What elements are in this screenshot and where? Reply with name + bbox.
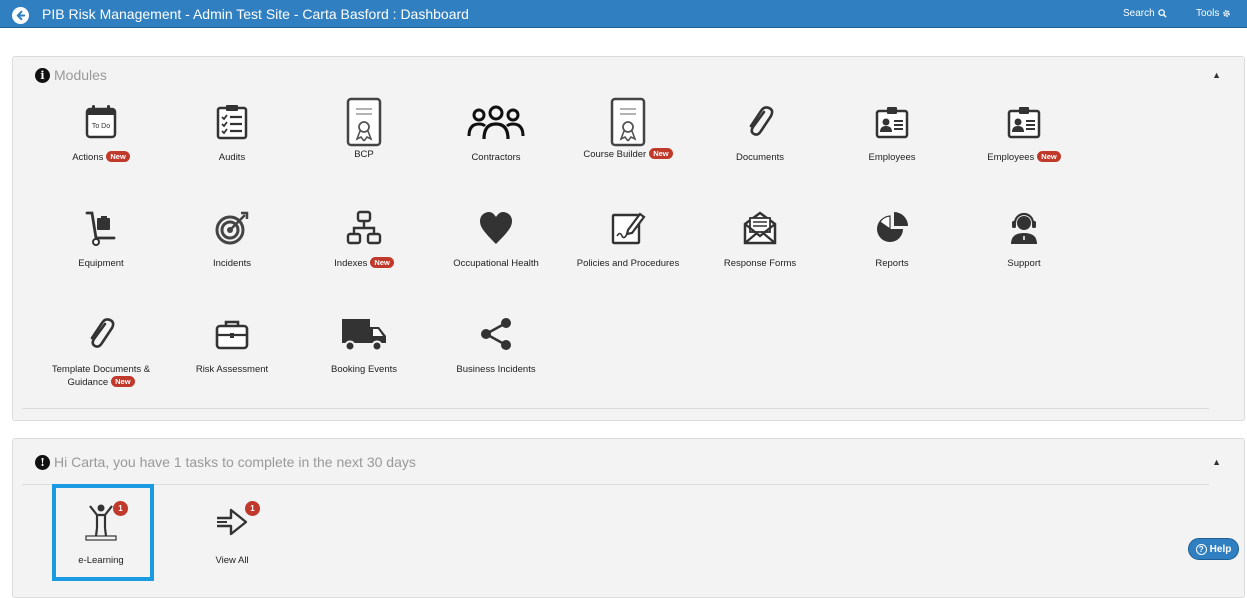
tasks-divider xyxy=(22,484,1209,485)
back-arrow-icon[interactable] xyxy=(12,7,29,24)
svg-text:To Do: To Do xyxy=(92,123,110,130)
module-label: Incidents xyxy=(212,258,252,269)
module-audits[interactable]: Audits xyxy=(167,96,297,164)
module-documents[interactable]: Documents xyxy=(695,96,825,164)
module-template-documents[interactable]: Template Documents & Guidance New xyxy=(36,308,166,389)
people-group-icon xyxy=(467,105,525,140)
module-incidents[interactable]: Incidents xyxy=(167,202,297,270)
new-badge: New xyxy=(370,257,394,268)
module-actions[interactable]: To Do Actions New xyxy=(36,96,166,164)
checklist-icon xyxy=(216,105,248,140)
module-business-incidents[interactable]: Business Incidents xyxy=(431,308,561,376)
chevron-up-icon[interactable]: ▲ xyxy=(1212,457,1221,467)
module-label: Support xyxy=(1007,258,1041,269)
question-icon: ? xyxy=(1195,543,1207,555)
tools-label: Tools xyxy=(1196,8,1220,19)
module-course-builder[interactable]: Course Builder New xyxy=(563,96,693,161)
tools-button[interactable]: Tools xyxy=(1196,8,1231,19)
help-button[interactable]: ? Help xyxy=(1188,538,1239,560)
module-response-forms[interactable]: Response Forms xyxy=(695,202,825,270)
module-label: Business Incidents xyxy=(456,364,536,375)
help-label: Help xyxy=(1209,543,1232,555)
module-equipment[interactable]: Equipment xyxy=(36,202,166,270)
module-indexes[interactable]: Indexes New xyxy=(299,202,429,270)
module-bcp[interactable]: BCP xyxy=(299,96,429,161)
module-label: Reports xyxy=(875,258,909,269)
module-label: Documents xyxy=(735,152,785,163)
search-icon xyxy=(1157,9,1167,18)
module-employees[interactable]: Employees xyxy=(827,96,957,164)
module-label: Indexes xyxy=(334,258,368,269)
module-label: Occupational Health xyxy=(453,258,539,269)
module-label: Employees xyxy=(868,152,916,163)
modules-heading: i Modules xyxy=(35,67,107,83)
module-label: Booking Events xyxy=(330,364,397,375)
module-support[interactable]: Support xyxy=(959,202,1089,270)
modules-divider xyxy=(22,408,1209,409)
certificate-icon xyxy=(610,97,646,147)
open-envelope-icon xyxy=(743,211,777,245)
module-policies-and-procedures[interactable]: Policies and Procedures xyxy=(563,202,693,270)
target-icon xyxy=(215,211,249,245)
signed-document-icon xyxy=(611,212,646,245)
module-booking-events[interactable]: Booking Events xyxy=(299,308,429,376)
chevron-up-icon[interactable]: ▲ xyxy=(1212,70,1221,80)
tasks-heading-text: Hi Carta, you have 1 tasks to complete i… xyxy=(54,454,416,470)
module-risk-assessment[interactable]: Risk Assessment xyxy=(167,308,297,376)
modules-heading-text: Modules xyxy=(54,67,107,83)
sitemap-icon xyxy=(346,210,382,245)
new-badge: New xyxy=(1037,151,1061,162)
task-label: View All xyxy=(215,555,249,566)
todo-calendar-icon: To Do xyxy=(85,105,117,139)
module-label: Audits xyxy=(218,152,246,163)
top-bar: PIB Risk Management - Admin Test Site - … xyxy=(0,0,1247,28)
count-badge: 1 xyxy=(245,501,260,516)
headset-icon xyxy=(1011,212,1037,244)
new-badge: New xyxy=(106,151,130,162)
module-label: Contractors xyxy=(471,152,521,163)
truck-icon xyxy=(342,319,386,352)
heart-icon xyxy=(480,212,512,244)
certificate-icon xyxy=(346,97,382,147)
id-badge-icon xyxy=(1007,107,1041,139)
module-label: Equipment xyxy=(78,258,124,269)
module-label: Response Forms xyxy=(723,258,797,269)
module-label: Actions xyxy=(72,152,104,163)
paperclip-icon xyxy=(90,318,115,348)
paperclip-icon xyxy=(749,106,774,136)
search-label: Search xyxy=(1123,8,1155,19)
module-label: Risk Assessment xyxy=(195,364,269,375)
module-label: Policies and Procedures xyxy=(576,258,680,269)
pie-chart-icon xyxy=(877,212,908,242)
tasks-heading: ! Hi Carta, you have 1 tasks to complete… xyxy=(35,454,416,470)
page-title: PIB Risk Management - Admin Test Site - … xyxy=(42,6,469,22)
module-contractors[interactable]: Contractors xyxy=(431,96,561,164)
module-label: BCP xyxy=(354,149,374,160)
new-badge: New xyxy=(111,376,135,387)
module-label: Template Documents & Guidance xyxy=(51,364,151,388)
module-employees-new[interactable]: Employees New xyxy=(959,96,1089,164)
selection-highlight xyxy=(52,484,154,581)
module-label: Employees xyxy=(987,152,1035,163)
exclamation-icon: ! xyxy=(35,454,50,470)
new-badge: New xyxy=(649,148,673,159)
info-icon: i xyxy=(35,67,50,83)
module-label: Course Builder xyxy=(583,149,647,160)
search-button[interactable]: Search xyxy=(1123,8,1167,19)
id-badge-icon xyxy=(875,107,909,139)
briefcase-icon xyxy=(215,320,249,350)
share-icon xyxy=(481,318,511,350)
task-view-all[interactable]: 1 View All xyxy=(167,496,297,567)
arrow-right-icon xyxy=(217,508,248,536)
module-reports[interactable]: Reports xyxy=(827,202,957,270)
hand-truck-icon xyxy=(85,211,116,246)
gear-icon xyxy=(1223,10,1231,17)
module-occupational-health[interactable]: Occupational Health xyxy=(431,202,561,270)
